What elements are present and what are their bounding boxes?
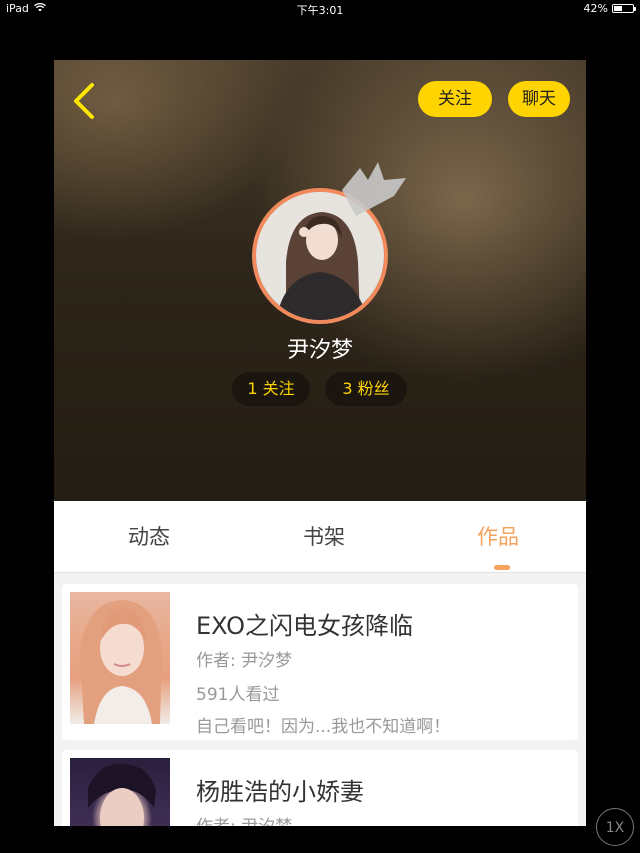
fans-count[interactable]: 3 粉丝 xyxy=(325,372,407,406)
work-card[interactable]: EXO之闪电女孩降临 作者: 尹汐梦 591人看过 自己看吧！因为...我也不知… xyxy=(62,584,578,740)
tab-works[interactable]: 作品 xyxy=(438,501,558,573)
profile-screen: 关注 聊天 尹汐梦 1 关注 3 粉丝 动态 书架 作品 EXO之闪电女孩降临 … xyxy=(54,60,586,826)
work-description: 自己看吧！因为...我也不知道啊！ xyxy=(196,717,451,737)
back-button[interactable] xyxy=(70,82,100,120)
profile-username: 尹汐梦 xyxy=(286,338,353,363)
battery-icon xyxy=(612,4,636,13)
work-views: 591人看过 xyxy=(196,685,280,705)
work-cover-image xyxy=(70,758,170,826)
work-title: 杨胜浩的小娇妻 xyxy=(196,778,364,806)
active-tab-indicator xyxy=(494,565,510,570)
work-author: 作者: 尹汐梦 xyxy=(196,651,293,671)
work-title: EXO之闪电女孩降临 xyxy=(196,612,413,640)
cover-photo xyxy=(80,600,162,724)
follow-button[interactable]: 关注 xyxy=(418,81,492,117)
profile-tabs: 动态 书架 作品 xyxy=(54,501,586,573)
chat-button[interactable]: 聊天 xyxy=(508,81,570,117)
cover-photo xyxy=(88,763,156,826)
work-author: 作者: 尹汐梦 xyxy=(196,812,292,826)
tab-bookshelf[interactable]: 书架 xyxy=(264,501,384,573)
chevron-left-icon xyxy=(74,83,94,119)
battery-fill xyxy=(614,6,622,11)
status-bar: iPad 下午3:01 42% xyxy=(0,0,640,18)
status-right: 42% xyxy=(583,2,636,15)
tab-dynamic[interactable]: 动态 xyxy=(89,501,209,573)
crown-icon xyxy=(342,162,406,216)
following-count[interactable]: 1 关注 xyxy=(232,372,310,406)
work-cover-image xyxy=(70,592,170,724)
battery-percent: 42% xyxy=(583,2,608,15)
status-time: 下午3:01 xyxy=(296,4,344,17)
profile-header: 关注 聊天 尹汐梦 1 关注 3 粉丝 xyxy=(54,60,586,501)
work-card[interactable]: 杨胜浩的小娇妻 作者: 尹汐梦 xyxy=(62,750,578,826)
zoom-indicator[interactable]: 1X xyxy=(596,808,634,846)
